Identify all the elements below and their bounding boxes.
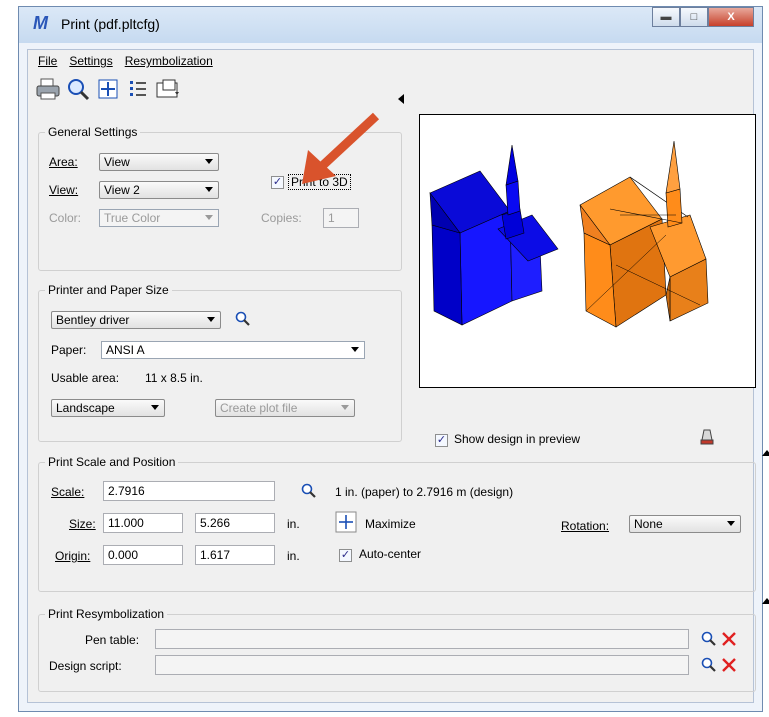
title-bar[interactable]: M Print (pdf.pltcfg) ▬ □ X [19,7,762,43]
search-icon[interactable] [235,311,251,327]
origin-y-field[interactable]: 1.617 [195,545,275,565]
usable-area-value: 11 x 8.5 in. [145,371,203,385]
design-script-field[interactable] [155,655,689,675]
origin-x-field[interactable]: 0.000 [103,545,183,565]
show-design-preview-checkbox[interactable]: ✓ [435,434,448,447]
maximize-button[interactable]: □ [680,7,708,27]
scale-magnifier-icon[interactable] [301,483,317,499]
print-preview-pane [419,114,756,388]
toolbar [34,74,184,104]
microstation-logo-icon: M [33,13,48,33]
rotation-value: None [634,517,663,531]
area-label: Area: [49,155,78,169]
paper-label: Paper: [51,343,87,357]
view-value: View 2 [104,183,140,197]
scale-description: 1 in. (paper) to 2.7916 m (design) [335,485,514,499]
page-setup-icon[interactable] [154,75,182,103]
size-label: Size: [69,517,96,531]
design-script-search-icon[interactable] [701,657,717,673]
size-height-field[interactable]: 5.266 [195,513,275,533]
printer-paper-title: Printer and Paper Size [45,283,172,297]
create-plot-file-dropdown[interactable]: Create plot file [215,399,355,417]
printer-icon[interactable] [34,75,62,103]
view-label: View: [49,183,79,197]
pen-table-search-icon[interactable] [701,631,717,647]
fit-area-icon[interactable] [94,75,122,103]
chevron-down-icon [207,317,215,322]
design-script-label: Design script: [49,659,122,673]
collapse-arrow-icon[interactable] [398,94,404,104]
maximize-label[interactable]: Maximize [365,517,416,531]
auto-center-checkbox[interactable]: ✓ [339,549,352,562]
preview-magnifier-icon[interactable] [64,75,92,103]
area-value: View [104,155,130,169]
chevron-down-icon [205,159,213,164]
color-dropdown[interactable]: True Color [99,209,219,227]
color-label: Color: [49,211,82,225]
resymbolization-group: Print Resymbolization Pen table: Design … [38,607,756,692]
menu-file[interactable]: File [38,54,57,68]
collapse-up-arrow-icon[interactable] [762,598,769,604]
pen-table-clear-icon[interactable] [721,631,737,647]
usable-area-label: Usable area: [51,371,120,385]
scale-position-title: Print Scale and Position [45,455,179,469]
scale-field[interactable]: 2.7916 [103,481,275,501]
general-settings-title: General Settings [45,125,141,139]
orientation-value: Landscape [56,401,115,415]
minimize-button[interactable]: ▬ [652,7,680,27]
chevron-down-icon [205,215,213,220]
scale-label: Scale: [51,485,85,499]
chevron-down-icon [151,405,159,410]
window-title: Print (pdf.pltcfg) [61,16,160,32]
dialog-body: File Settings Resymbolization General Se… [27,49,769,703]
menu-settings[interactable]: Settings [69,54,112,68]
design-script-clear-icon[interactable] [721,657,737,673]
scale-position-group: Print Scale and Position Scale: 2.7916 1… [38,455,756,592]
printer-driver-value: Bentley driver [56,313,130,327]
list-icon[interactable] [124,75,152,103]
area-dropdown[interactable]: View [99,153,219,171]
resymbolization-title: Print Resymbolization [45,607,168,621]
chevron-down-icon [341,405,349,410]
maximize-icon[interactable] [335,511,357,533]
auto-center-label: Auto-center [359,547,422,561]
printer-paper-group: Printer and Paper Size Bentley driver Pa… [38,283,402,442]
pen-table-field[interactable] [155,629,689,649]
orientation-dropdown[interactable]: Landscape [51,399,165,417]
rotation-dropdown[interactable]: None [629,515,741,533]
copies-field[interactable]: 1 [323,208,359,228]
menu-bar: File Settings Resymbolization [28,50,753,72]
create-plot-file-value: Create plot file [220,401,298,415]
chevron-down-icon [351,347,359,352]
origin-label: Origin: [55,549,91,563]
show-design-preview-label: Show design in preview [454,432,581,446]
annotation-arrow-icon [302,112,380,184]
close-button[interactable]: X [708,7,754,27]
design-preview-image [429,140,709,328]
print-to-3d-checkbox[interactable]: ✓ [271,176,284,189]
rotation-label: Rotation: [561,519,610,533]
paper-dropdown[interactable]: ANSI A [101,341,365,359]
paper-value: ANSI A [106,343,145,357]
menu-resymbolization[interactable]: Resymbolization [125,54,213,68]
view-dropdown[interactable]: View 2 [99,181,219,199]
pen-icon[interactable] [698,428,716,446]
size-unit: in. [287,517,300,531]
print-dialog: M Print (pdf.pltcfg) ▬ □ X File Settings… [18,6,769,712]
chevron-down-icon [205,187,213,192]
copies-label: Copies: [261,211,302,225]
size-width-field[interactable]: 11.000 [103,513,183,533]
pen-table-label: Pen table: [85,633,140,647]
collapse-up-arrow-icon[interactable] [762,450,769,456]
chevron-down-icon [727,521,735,526]
printer-driver-dropdown[interactable]: Bentley driver [51,311,221,329]
color-value: True Color [104,211,161,225]
origin-unit: in. [287,549,300,563]
